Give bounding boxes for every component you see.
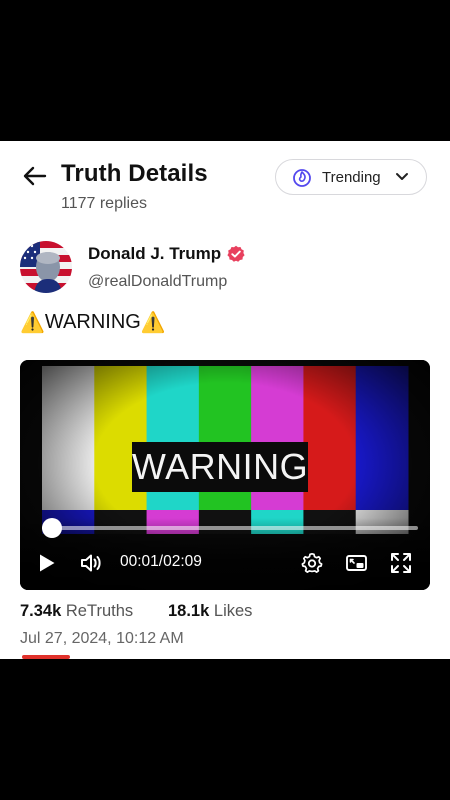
retruths-number: 7.34k (20, 602, 62, 620)
fullscreen-button[interactable] (390, 552, 412, 574)
gear-icon (301, 552, 323, 573)
bottom-black-bar (0, 659, 450, 800)
duration: 02:09 (163, 553, 202, 570)
likes-label: Likes (213, 602, 253, 620)
video-warning-label: WARNING (132, 442, 308, 492)
picture-in-picture-icon (346, 555, 367, 571)
picture-in-picture-button[interactable] (345, 553, 369, 573)
reply-count: 1177 replies (61, 195, 147, 212)
fullscreen-icon (391, 553, 411, 573)
volume-button[interactable] (78, 551, 104, 575)
retruths-label: ReTruths (65, 602, 134, 620)
play-icon (40, 554, 55, 572)
truth-details-panel: Truth Details 1177 replies Trending Dona… (0, 141, 450, 659)
trending-label: Trending (322, 168, 381, 186)
avatar[interactable] (20, 241, 72, 293)
trending-dropdown[interactable]: Trending (275, 159, 427, 195)
volume-icon (81, 554, 101, 572)
likes-count[interactable]: 18.1k Likes (168, 602, 252, 621)
arrow-left-icon (23, 166, 47, 186)
author-name-text: Donald J. Trump (88, 244, 222, 263)
play-button[interactable] (36, 552, 58, 574)
current-time: 00:01 (120, 553, 159, 570)
flame-icon (292, 167, 312, 187)
author-name[interactable]: Donald J. Trump (88, 244, 245, 264)
post-text-content: WARNING (44, 311, 141, 333)
verified-badge-icon (227, 245, 245, 263)
video-time: 00:01 / 02:09 (120, 553, 202, 571)
likes-number: 18.1k (168, 602, 210, 620)
video-progress-bar[interactable] (42, 518, 418, 538)
video-player[interactable]: WARNING 00:01 / 02:09 (20, 360, 430, 590)
video-progress-knob[interactable] (42, 518, 62, 538)
top-black-bar (0, 0, 450, 141)
warning-triangle-icon: ⚠️ (140, 311, 166, 334)
settings-button[interactable] (301, 552, 323, 574)
chevron-down-icon (395, 172, 409, 182)
page-title: Truth Details (61, 160, 208, 187)
post-text: ⚠️ WARNING ⚠️ (20, 311, 166, 334)
retruths-count[interactable]: 7.34k ReTruths (20, 602, 133, 621)
post-date: Jul 27, 2024, 10:12 AM (20, 630, 184, 647)
author-handle[interactable]: @realDonaldTrump (88, 273, 227, 291)
warning-triangle-icon: ⚠️ (20, 311, 45, 334)
back-button[interactable] (20, 163, 50, 189)
